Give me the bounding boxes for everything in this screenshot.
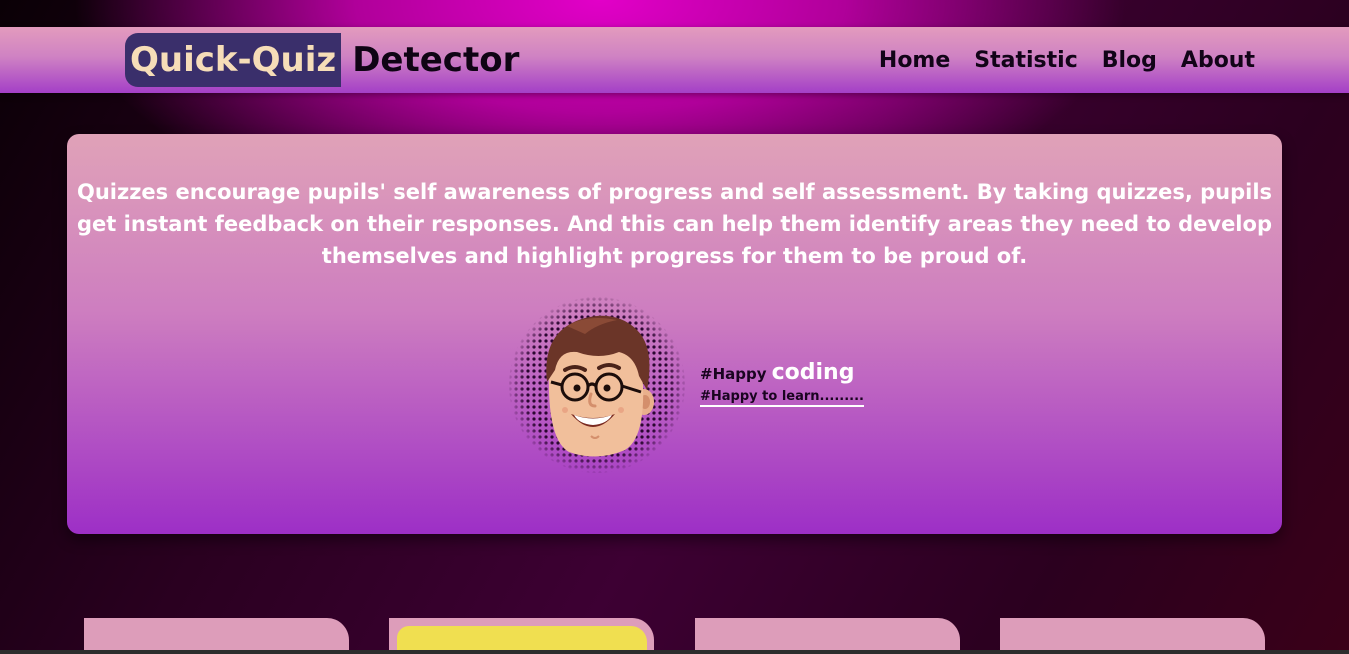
nav-links: Home Statistic Blog About bbox=[855, 27, 1255, 93]
brand-rest-text: Detector bbox=[352, 40, 520, 80]
tagline-prefix: #Happy bbox=[700, 365, 767, 383]
tagline-highlight: coding bbox=[771, 360, 855, 385]
hero-card: Quizzes encourage pupils' self awareness… bbox=[67, 134, 1282, 534]
nav-link-statistic[interactable]: Statistic bbox=[974, 48, 1077, 73]
tagline-primary: #Happy coding bbox=[700, 360, 864, 385]
quiz-card-4[interactable] bbox=[1000, 618, 1265, 654]
top-navbar: Quick-Quiz Detector Home Statistic Blog … bbox=[0, 27, 1349, 93]
nav-link-home[interactable]: Home bbox=[879, 48, 950, 73]
bottom-edge-strip bbox=[0, 650, 1349, 654]
brand-logo[interactable]: Quick-Quiz Detector bbox=[125, 33, 519, 87]
quiz-card-1[interactable] bbox=[84, 618, 349, 654]
brand-highlight-text: Quick-Quiz bbox=[125, 33, 342, 87]
quiz-card-3[interactable] bbox=[695, 618, 960, 654]
nav-link-about[interactable]: About bbox=[1181, 48, 1255, 73]
nav-link-blog[interactable]: Blog bbox=[1102, 48, 1157, 73]
tagline: #Happy coding #Happy to learn......... bbox=[700, 360, 864, 407]
developer-avatar-icon bbox=[507, 290, 687, 480]
hero-description: Quizzes encourage pupils' self awareness… bbox=[76, 180, 1273, 268]
quiz-card-2[interactable] bbox=[389, 618, 654, 654]
tagline-subline: #Happy to learn......... bbox=[700, 389, 864, 407]
